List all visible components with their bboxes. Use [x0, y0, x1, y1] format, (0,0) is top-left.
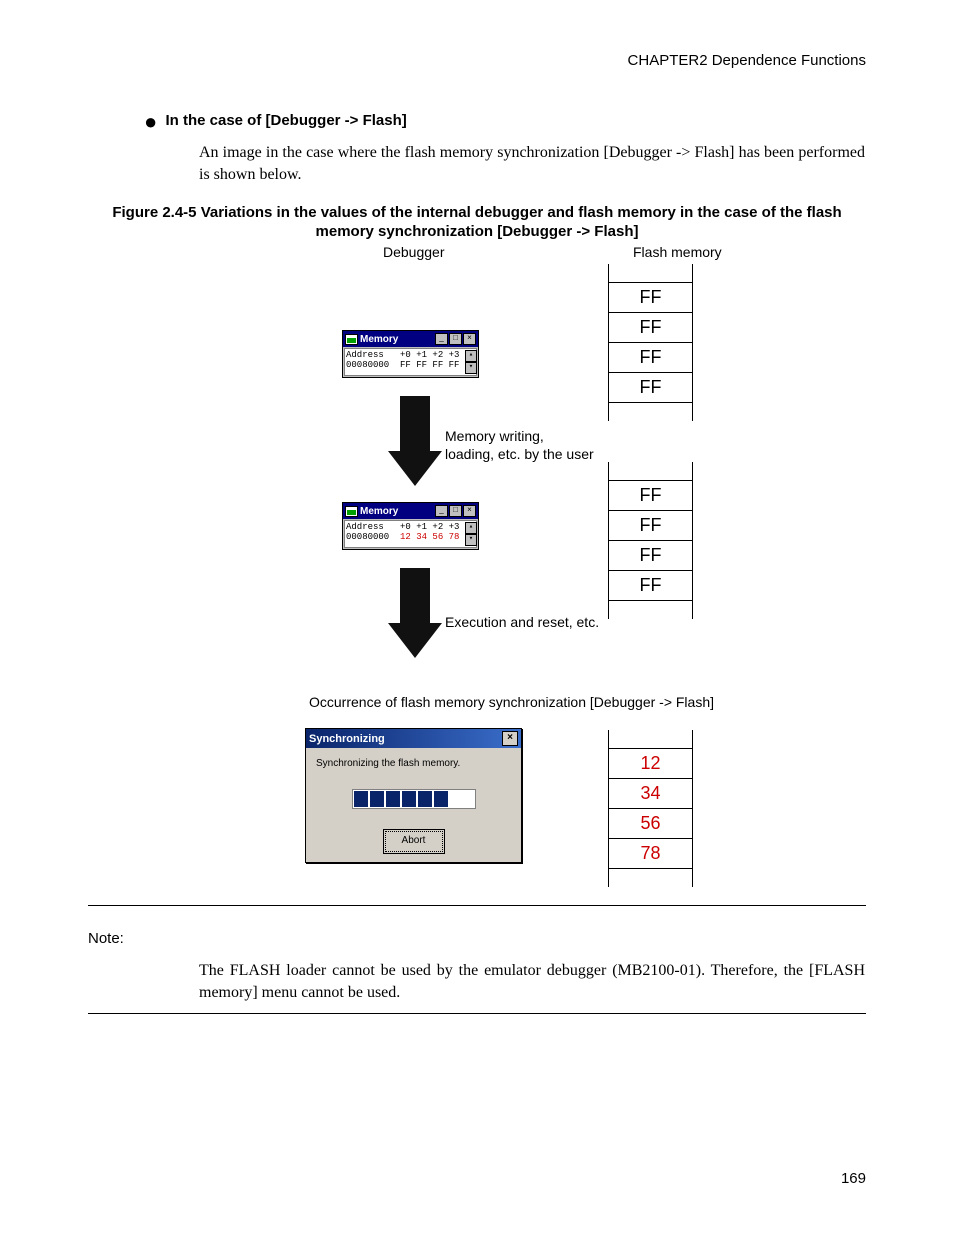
maximize-button[interactable]: □	[449, 505, 462, 517]
memory-text: Address +0 +1 +2 +3 00080000 12 34 56 78	[346, 522, 459, 546]
close-button[interactable]: ×	[502, 731, 518, 746]
scrollbar[interactable]: ▴ ▾	[465, 522, 475, 546]
note-separator-top	[88, 905, 866, 906]
flash-cell: FF	[609, 373, 693, 403]
progress-bar	[352, 789, 476, 809]
memory-title-text: Memory	[360, 334, 398, 345]
scroll-down-icon[interactable]: ▾	[465, 362, 477, 374]
note-paragraph: The FLASH loader cannot be used by the e…	[199, 960, 865, 1003]
action-memory-writing: Memory writing, loading, etc. by the use…	[445, 428, 594, 463]
synchronizing-dialog: Synchronizing × Synchronizing the flash …	[305, 728, 522, 863]
down-arrow-2	[388, 568, 442, 658]
minimize-button[interactable]: _	[435, 333, 448, 345]
note-label: Note:	[88, 930, 124, 947]
flash-column-label: Flash memory	[633, 244, 722, 260]
page-number: 169	[841, 1170, 866, 1187]
memory-text: Address +0 +1 +2 +3 00080000 FF FF FF FF	[346, 350, 459, 374]
flash-cell: FF	[609, 343, 693, 373]
scroll-down-icon[interactable]: ▾	[465, 534, 477, 546]
memory-window-title: Memory	[345, 506, 398, 517]
flash-cell: FF	[609, 313, 693, 343]
memory-window-title: Memory	[345, 334, 398, 345]
section-title: In the case of [Debugger -> Flash]	[165, 112, 406, 129]
memory-window-2: Memory _ □ × Address +0 +1 +2 +3 0008000…	[342, 502, 479, 550]
memory-window-body: Address +0 +1 +2 +3 00080000 12 34 56 78…	[344, 520, 477, 548]
sync-dialog-title: Synchronizing	[309, 733, 385, 745]
flash-cell: FF	[609, 511, 693, 541]
flash-cell: 56	[609, 809, 693, 839]
flash-cell: 34	[609, 779, 693, 809]
flash-table-initial: FF FF FF FF	[608, 264, 693, 421]
page-header: CHAPTER2 Dependence Functions	[628, 52, 866, 69]
close-button[interactable]: ×	[463, 505, 476, 517]
flash-cell: FF	[609, 541, 693, 571]
memory-icon	[345, 506, 358, 517]
sync-dialog-titlebar: Synchronizing ×	[306, 729, 521, 748]
window-buttons: _ □ ×	[435, 505, 476, 517]
memory-window-1: Memory _ □ × Address +0 +1 +2 +3 0008000…	[342, 330, 479, 378]
sync-dialog-body: Synchronizing the flash memory. Abort	[306, 748, 521, 862]
window-buttons: _ □ ×	[435, 333, 476, 345]
figure-caption: Figure 2.4-5 Variations in the values of…	[88, 204, 866, 242]
memory-window-body: Address +0 +1 +2 +3 00080000 FF FF FF FF…	[344, 348, 477, 376]
flash-cell: 12	[609, 749, 693, 779]
occurrence-label: Occurrence of flash memory synchronizati…	[309, 694, 714, 710]
maximize-button[interactable]: □	[449, 333, 462, 345]
close-button[interactable]: ×	[463, 333, 476, 345]
flash-cell: FF	[609, 571, 693, 601]
down-arrow-1	[388, 396, 442, 486]
scroll-up-icon[interactable]: ▴	[465, 350, 477, 362]
minimize-button[interactable]: _	[435, 505, 448, 517]
memory-title-text: Memory	[360, 506, 398, 517]
scrollbar[interactable]: ▴ ▾	[465, 350, 475, 374]
flash-table-after-write: FF FF FF FF	[608, 462, 693, 619]
memory-window-titlebar: Memory _ □ ×	[343, 503, 478, 519]
debugger-column-label: Debugger	[383, 244, 445, 260]
abort-button[interactable]: Abort	[385, 831, 443, 852]
action-execution-reset: Execution and reset, etc.	[445, 614, 599, 632]
section-heading: ● In the case of [Debugger -> Flash]	[144, 112, 407, 129]
scroll-up-icon[interactable]: ▴	[465, 522, 477, 534]
flash-table-synced: 12 34 56 78	[608, 730, 693, 887]
intro-paragraph: An image in the case where the flash mem…	[199, 142, 865, 185]
flash-cell: FF	[609, 283, 693, 313]
sync-dialog-message: Synchronizing the flash memory.	[316, 758, 511, 769]
memory-window-titlebar: Memory _ □ ×	[343, 331, 478, 347]
flash-cell: FF	[609, 481, 693, 511]
note-separator-bottom	[88, 1013, 866, 1014]
bullet-dot: ●	[144, 109, 157, 134]
memory-icon	[345, 334, 358, 345]
flash-cell: 78	[609, 839, 693, 869]
